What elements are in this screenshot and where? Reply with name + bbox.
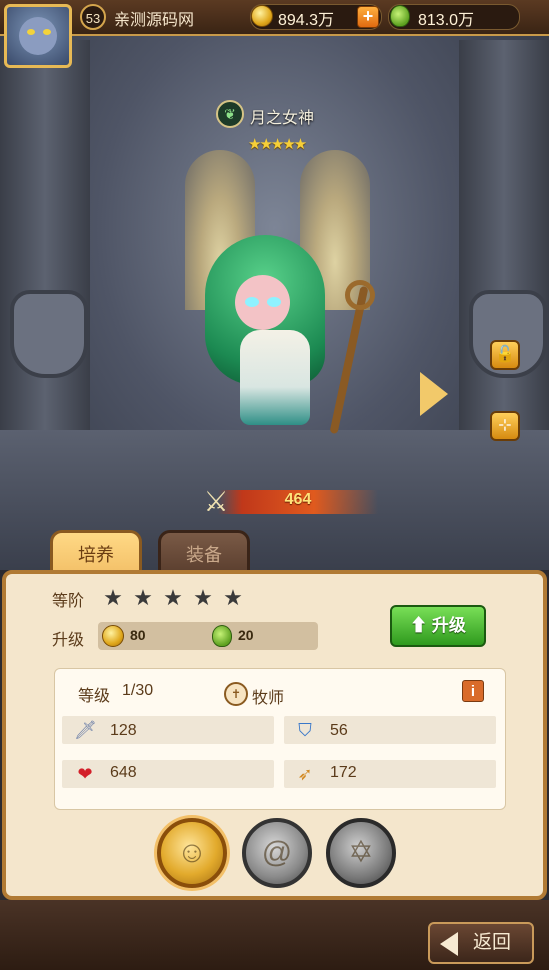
rank-star-icon: ★ — [103, 585, 123, 610]
add-gold-button[interactable]: + — [357, 6, 379, 28]
top-bar: 53 亲测源码网 894.3万 + 813.0万 — [0, 0, 549, 36]
gold-coin-icon — [102, 625, 124, 647]
unlock-icon[interactable]: 🔓 — [490, 340, 520, 370]
skill-gold-icon[interactable]: ☺ — [157, 818, 227, 888]
back-arrow-icon — [440, 932, 458, 956]
heart-icon: ❤ — [77, 764, 93, 784]
hero-staff-head — [345, 280, 375, 310]
share-icon[interactable]: ⊹ — [490, 411, 520, 441]
upgrade-button[interactable]: ⬆ 升级 — [390, 605, 486, 647]
back-button-label: 返回 — [472, 932, 511, 953]
shield-ornament — [10, 290, 88, 378]
upgrade-button-label: 升级 — [431, 616, 466, 635]
cost-potion: 20 — [238, 627, 254, 643]
player-level-badge: 53 — [80, 4, 106, 30]
hero-name: 月之女神 — [250, 110, 315, 127]
rank-star-icon: ★ — [163, 585, 183, 610]
boot-icon: ➶ — [297, 764, 313, 784]
potion-icon — [212, 625, 232, 647]
cost-gold: 80 — [130, 627, 146, 643]
avatar-eye — [43, 29, 51, 35]
rank-label: 等阶 — [52, 593, 85, 610]
potion-icon — [390, 5, 410, 27]
gold-coin-icon — [251, 5, 273, 27]
rank-star-icon: ★ — [193, 585, 213, 610]
skill-gold-glyph: ☺ — [176, 836, 208, 869]
gold-amount: 894.3万 — [278, 12, 335, 29]
class-name: 牧师 — [252, 690, 285, 707]
hero-eye — [245, 297, 259, 307]
right-pillar — [459, 40, 549, 460]
avatar-eye — [27, 29, 35, 35]
info-icon[interactable]: i — [462, 680, 484, 702]
rank-star-icon: ★ — [223, 585, 243, 610]
shield-icon: ⛉ — [298, 720, 312, 740]
hero-character[interactable] — [195, 225, 395, 445]
priest-class-icon: ✝ — [224, 682, 248, 706]
upgrade-label: 升级 — [52, 632, 85, 649]
power-value: 464 — [284, 491, 312, 508]
level-value: 1/30 — [122, 682, 154, 699]
back-button[interactable]: 返回 — [428, 922, 534, 964]
player-name: 亲测源码网 — [114, 12, 195, 29]
tab-train[interactable]: 培养 — [50, 530, 142, 574]
leaf-icon: ❦ — [216, 100, 244, 128]
skill-spiral-icon[interactable]: @ — [242, 818, 312, 888]
speed-value: 172 — [330, 764, 357, 781]
hero-eye — [267, 297, 281, 307]
skill-spiral-glyph: @ — [261, 836, 293, 869]
player-avatar-icon[interactable] — [4, 4, 72, 68]
hp-value: 648 — [110, 764, 137, 781]
hero-body — [240, 330, 310, 425]
hero-face — [235, 275, 290, 330]
defense-value: 56 — [330, 722, 348, 739]
left-pillar — [0, 40, 90, 460]
rank-star-icon: ★ — [133, 585, 153, 610]
chevron-right-icon[interactable] — [420, 372, 448, 416]
tab-equipment[interactable]: 装备 — [158, 530, 250, 574]
skill-hexagram-glyph: ✡ — [348, 836, 374, 869]
arrow-up-icon: ⬆ — [410, 616, 428, 635]
skill-hexagram-icon[interactable]: ✡ — [326, 818, 396, 888]
level-label: 等级 — [78, 688, 111, 705]
potion-amount: 813.0万 — [418, 12, 475, 29]
hero-stars: ★★★★★ — [248, 136, 307, 153]
sword-icon: 🗡 — [74, 720, 97, 740]
avatar-face — [19, 17, 57, 55]
attack-value: 128 — [110, 722, 137, 739]
